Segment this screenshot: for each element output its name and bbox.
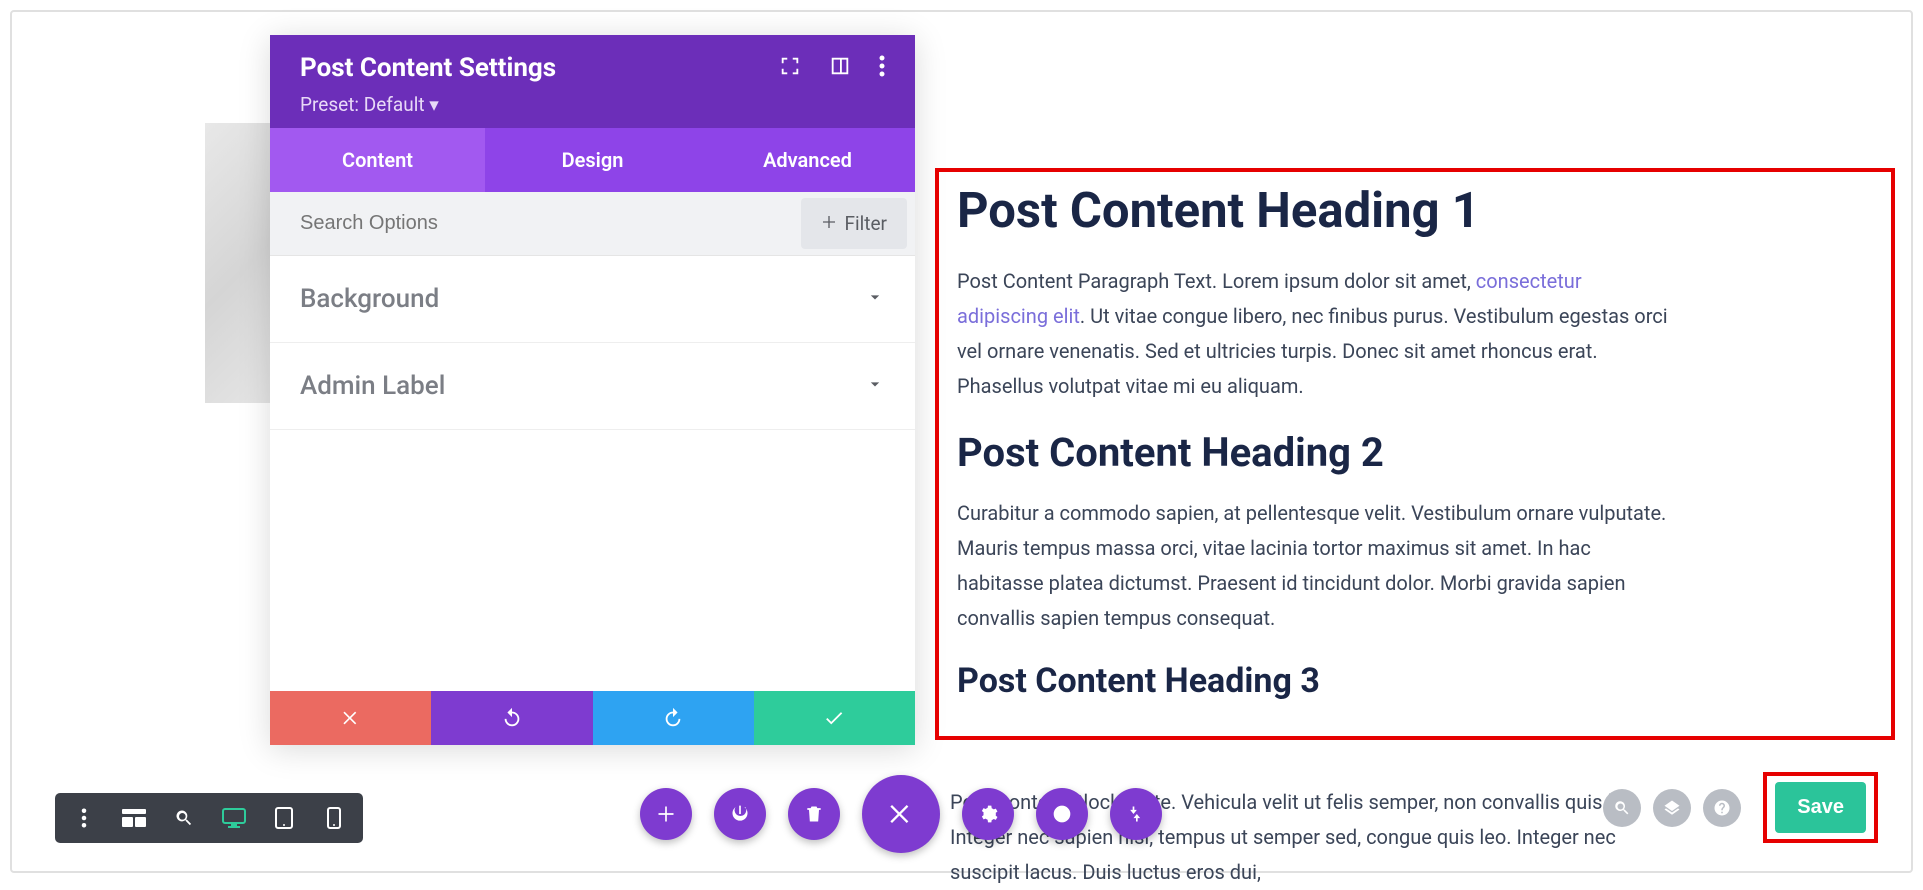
redo-button[interactable] <box>593 691 754 745</box>
more-icon[interactable] <box>879 55 885 81</box>
tab-content[interactable]: Content <box>270 128 485 192</box>
settings-modal: Post Content Settings Preset: Default ▾ … <box>270 35 915 745</box>
history-button[interactable] <box>1036 788 1088 840</box>
option-label: Admin Label <box>300 371 445 401</box>
mobile-view-icon[interactable] <box>309 793 359 843</box>
confirm-button[interactable] <box>754 691 915 745</box>
post-heading-1: Post Content Heading 1 <box>957 182 1873 239</box>
tab-advanced[interactable]: Advanced <box>700 128 915 192</box>
search-button[interactable] <box>1603 789 1641 827</box>
tablet-view-icon[interactable] <box>259 793 309 843</box>
post-paragraph-2: Curabitur a commodo sapien, at pellentes… <box>957 496 1677 636</box>
modal-header: Post Content Settings Preset: Default ▾ <box>270 35 915 128</box>
option-admin-label[interactable]: Admin Label <box>270 343 915 430</box>
option-background[interactable]: Background <box>270 256 915 343</box>
save-button[interactable]: Save <box>1775 782 1866 833</box>
search-row: Filter <box>270 192 915 256</box>
cancel-button[interactable] <box>270 691 431 745</box>
modal-tabs: Content Design Advanced <box>270 128 915 192</box>
modal-title: Post Content Settings <box>300 53 556 83</box>
search-input[interactable] <box>270 192 801 255</box>
add-button[interactable] <box>640 788 692 840</box>
wireframe-view-icon[interactable] <box>109 793 159 843</box>
options-list: Background Admin Label <box>270 256 915 691</box>
portability-button[interactable] <box>1110 788 1162 840</box>
post-content-preview: Post Content Heading 1 Post Content Para… <box>935 168 1895 740</box>
post-heading-3: Post Content Heading 3 <box>957 661 1873 701</box>
modal-footer <box>270 691 915 745</box>
plus-icon <box>821 212 837 235</box>
power-button[interactable] <box>714 788 766 840</box>
zoom-icon[interactable] <box>159 793 209 843</box>
option-label: Background <box>300 284 439 314</box>
view-toolbar <box>55 793 363 843</box>
post-heading-2: Post Content Heading 2 <box>957 429 1873 476</box>
chevron-down-icon <box>865 374 885 398</box>
post-paragraph-1: Post Content Paragraph Text. Lorem ipsum… <box>957 264 1677 404</box>
builder-actions <box>640 775 1162 853</box>
page-settings-button[interactable] <box>962 788 1014 840</box>
right-controls: Save <box>1603 772 1878 843</box>
toolbar-more-icon[interactable] <box>59 793 109 843</box>
chevron-down-icon <box>865 287 885 311</box>
filter-button[interactable]: Filter <box>801 198 907 249</box>
preset-selector[interactable]: Preset: Default ▾ <box>300 93 885 116</box>
tab-design[interactable]: Design <box>485 128 700 192</box>
close-builder-button[interactable] <box>862 775 940 853</box>
layers-button[interactable] <box>1653 789 1691 827</box>
snap-icon[interactable] <box>829 55 851 81</box>
trash-button[interactable] <box>788 788 840 840</box>
undo-button[interactable] <box>431 691 592 745</box>
expand-icon[interactable] <box>779 55 801 81</box>
desktop-view-icon[interactable] <box>209 793 259 843</box>
help-button[interactable] <box>1703 789 1741 827</box>
save-highlight: Save <box>1763 772 1878 843</box>
filter-label: Filter <box>845 212 887 235</box>
